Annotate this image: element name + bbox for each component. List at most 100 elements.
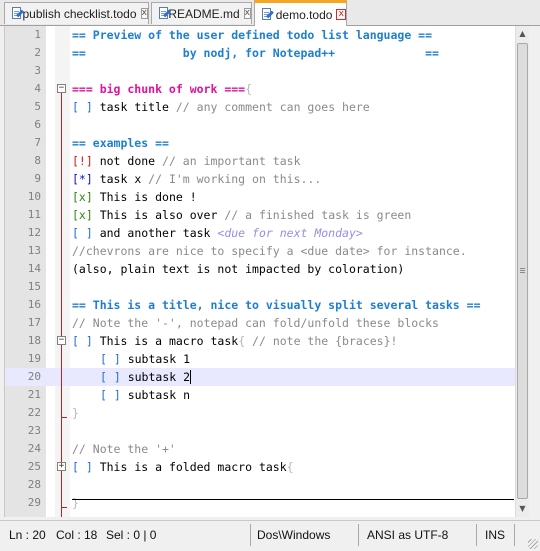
code-line[interactable]: 4 === big chunk of work ==={ (5, 80, 515, 98)
token: [ ] (100, 370, 121, 384)
status-insert-mode[interactable]: INS (485, 525, 505, 545)
code-line[interactable]: 25 [ ] This is a folded macro task{ (5, 458, 515, 476)
line-text[interactable]: [x] This is done ! (72, 188, 197, 206)
code-line[interactable]: 1 == Preview of the user defined todo lis… (5, 26, 515, 44)
fold-collapse-icon[interactable]: − (57, 84, 66, 93)
line-text[interactable]: // Note the '+' (72, 440, 176, 458)
token: // a finished task is green (224, 208, 412, 222)
status-eol-format[interactable]: Dos\Windows (257, 525, 330, 545)
token: [ ] (100, 388, 121, 402)
line-number: 28 (27, 478, 41, 491)
token: [x] (72, 208, 93, 222)
close-tab-icon[interactable]: x (140, 8, 148, 19)
code-line[interactable]: 9 [*] task x // I'm working on this... (5, 170, 515, 188)
fold-collapse-icon[interactable]: − (57, 336, 66, 345)
line-number: 5 (34, 100, 41, 113)
line-number: 8 (34, 154, 41, 167)
code-line[interactable]: 29} (5, 494, 515, 512)
line-number: 22 (27, 406, 41, 419)
token: // note the {braces}! (245, 334, 398, 348)
tab-readme[interactable]: README.md x (151, 2, 252, 24)
token: === big chunk of work === (72, 82, 246, 96)
line-text[interactable]: //chevrons are nice to specify a <due da… (72, 242, 467, 260)
line-text[interactable]: } (72, 494, 79, 512)
line-text[interactable]: [ ] task title // any comment can goes h… (72, 98, 370, 116)
scrollbar-thumb[interactable] (517, 43, 528, 499)
code-line[interactable]: 22} (5, 404, 515, 422)
token: == Preview of the user defined todo list… (72, 28, 433, 42)
close-tab-icon[interactable]: x (243, 8, 251, 19)
resize-grip-icon[interactable] (528, 539, 538, 549)
code-line[interactable]: 10 [x] This is done ! (5, 188, 515, 206)
token: [*] (72, 172, 93, 186)
line-text[interactable]: == This is a title, nice to visually spl… (72, 296, 481, 314)
line-text[interactable]: [ ] and another task <due for next Monda… (72, 224, 363, 242)
code-line[interactable]: 21 [ ] subtask n (5, 386, 515, 404)
code-line[interactable]: 2 == by nodj, for Notepad++ == (5, 44, 515, 62)
line-text[interactable]: // Note the '-', notepad can fold/unfold… (72, 314, 439, 332)
line-number: 24 (27, 442, 41, 455)
line-number: 17 (27, 316, 41, 329)
code-line[interactable]: 16 == This is a title, nice to visually s… (5, 296, 515, 314)
status-selection: Sel : 0 | 0 (106, 528, 157, 542)
code-line[interactable]: 3 (5, 62, 515, 80)
code-line[interactable]: 11 [x] This is also over // a finished ta… (5, 206, 515, 224)
line-text[interactable]: [ ] This is a macro task{ // note the {b… (72, 332, 397, 350)
line-text[interactable]: [ ] subtask 2 (72, 368, 192, 386)
text-caret (190, 370, 192, 384)
token: // any comment can goes here (175, 100, 370, 114)
line-text[interactable]: [x] This is also over // a finished task… (72, 206, 411, 224)
token: This is a macro task (92, 334, 239, 348)
tab-label: demo.todo (275, 7, 333, 22)
line-text[interactable]: [!] not done // an important task (72, 152, 301, 170)
status-encoding[interactable]: ANSI as UTF-8 (367, 525, 448, 545)
code-line[interactable]: 17 // Note the '-', notepad can fold/unfo… (5, 314, 515, 332)
status-line: Ln : 20 (9, 528, 46, 542)
code-line[interactable]: 12 [ ] and another task <due for next Mon… (5, 224, 515, 242)
tab-bar: publish checklist.todo x README.md x dem… (0, 0, 540, 26)
line-text[interactable]: == examples == (72, 134, 169, 152)
token: <due for next Monday> (217, 226, 363, 240)
code-line[interactable]: 8 [!] not done // an important task (5, 152, 515, 170)
code-line[interactable]: 23 (5, 422, 515, 440)
line-text[interactable]: [ ] This is a folded macro task{ (72, 458, 294, 476)
scroll-down-icon[interactable]: ▼ (516, 501, 529, 516)
code-line[interactable]: 24 // Note the '+' (5, 440, 515, 458)
line-text[interactable]: [ ] subtask n (72, 386, 190, 404)
code-line[interactable]: 28 (5, 476, 515, 494)
text-editor[interactable]: 1 == Preview of the user defined todo lis… (4, 26, 529, 517)
tab-label: publish checklist.todo (22, 6, 137, 21)
scroll-up-icon[interactable]: ▲ (516, 26, 529, 41)
line-text[interactable]: [*] task x // I'm working on this... (72, 170, 321, 188)
line-number: 11 (27, 208, 41, 221)
fold-expand-icon[interactable]: + (57, 462, 66, 471)
token: subtask n (120, 388, 191, 402)
code-line[interactable]: 6 (5, 116, 515, 134)
line-number: 16 (27, 298, 41, 311)
line-text[interactable]: (also, plain text is not impacted by col… (72, 260, 404, 278)
line-text[interactable]: === big chunk of work ==={ (72, 80, 252, 98)
code-line[interactable]: 18 [ ] This is a macro task{ // note the … (5, 332, 515, 350)
token: // Note the '-', notepad can fold/unfold… (72, 316, 439, 330)
line-number: 29 (27, 496, 41, 509)
line-text[interactable]: [ ] subtask 1 (72, 350, 190, 368)
tab-demo-todo[interactable]: demo.todo x (254, 0, 347, 26)
close-tab-icon[interactable]: x (336, 9, 346, 20)
code-line[interactable]: 19 [ ] subtask 1 (5, 350, 515, 368)
line-text[interactable]: == Preview of the user defined todo list… (72, 26, 432, 44)
tab-publish-checklist[interactable]: publish checklist.todo x (4, 2, 149, 24)
token: [ ] (72, 226, 93, 240)
token: { (245, 82, 253, 96)
vertical-scrollbar[interactable]: ▲ ▼ (515, 26, 529, 517)
tab-label: README.md (168, 6, 240, 21)
code-line[interactable]: 5 [ ] task title // any comment can goes … (5, 98, 515, 116)
code-line[interactable]: 7 == examples == (5, 134, 515, 152)
token: subtask 1 (120, 352, 191, 366)
status-column: Col : 18 (56, 528, 98, 542)
code-line[interactable]: 13 //chevrons are nice to specify a <due … (5, 242, 515, 260)
code-line[interactable]: 20 [ ] subtask 2 (5, 368, 515, 386)
code-line[interactable]: 14 (also, plain text is not impacted by c… (5, 260, 515, 278)
line-text[interactable]: } (72, 404, 79, 422)
code-line[interactable]: 15 (5, 278, 515, 296)
line-text[interactable]: == by nodj, for Notepad++ == (72, 44, 439, 62)
